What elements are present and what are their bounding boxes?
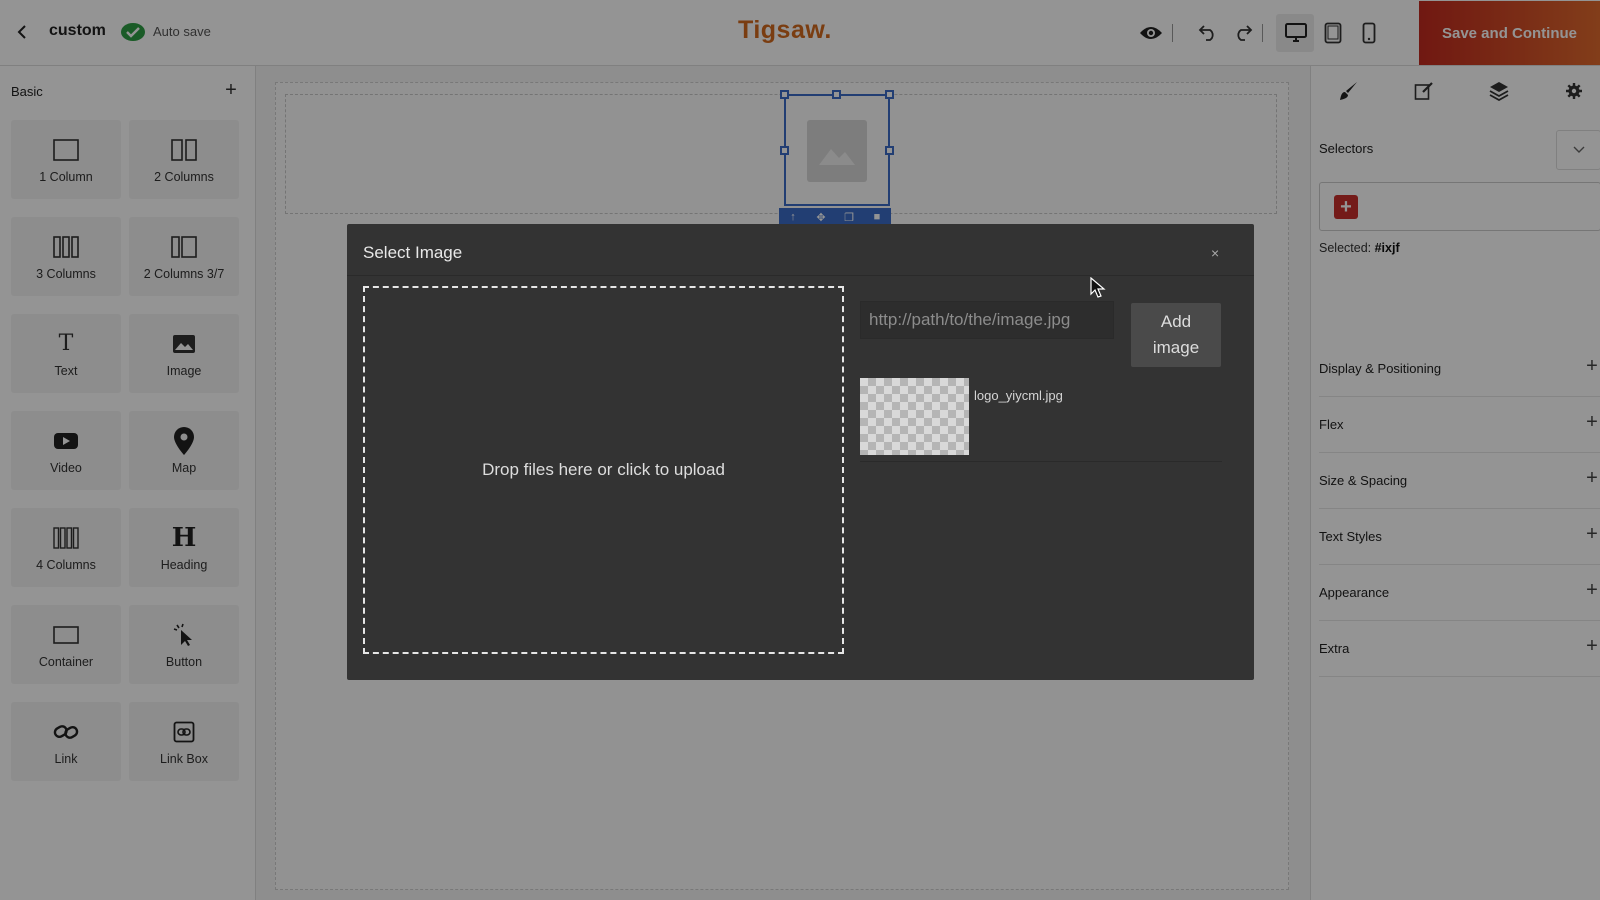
modal-divider	[347, 275, 1254, 276]
modal-title: Select Image	[363, 243, 463, 262]
asset-item[interactable]: logo_yiycml.jpg	[860, 378, 1222, 462]
image-url-input[interactable]	[860, 301, 1114, 339]
mouse-cursor-icon	[1090, 276, 1106, 299]
dropzone-text: Drop files here or click to upload	[482, 460, 725, 479]
select-image-modal: Select Image × Drop files here or click …	[347, 224, 1254, 680]
asset-filename: logo_yiycml.jpg	[974, 388, 1063, 403]
upload-dropzone[interactable]: Drop files here or click to upload	[363, 286, 844, 654]
add-image-label: Add image	[1152, 312, 1200, 357]
close-icon[interactable]: ×	[1211, 245, 1219, 261]
asset-thumbnail[interactable]	[860, 378, 969, 455]
add-image-button[interactable]: Add image	[1131, 303, 1221, 367]
